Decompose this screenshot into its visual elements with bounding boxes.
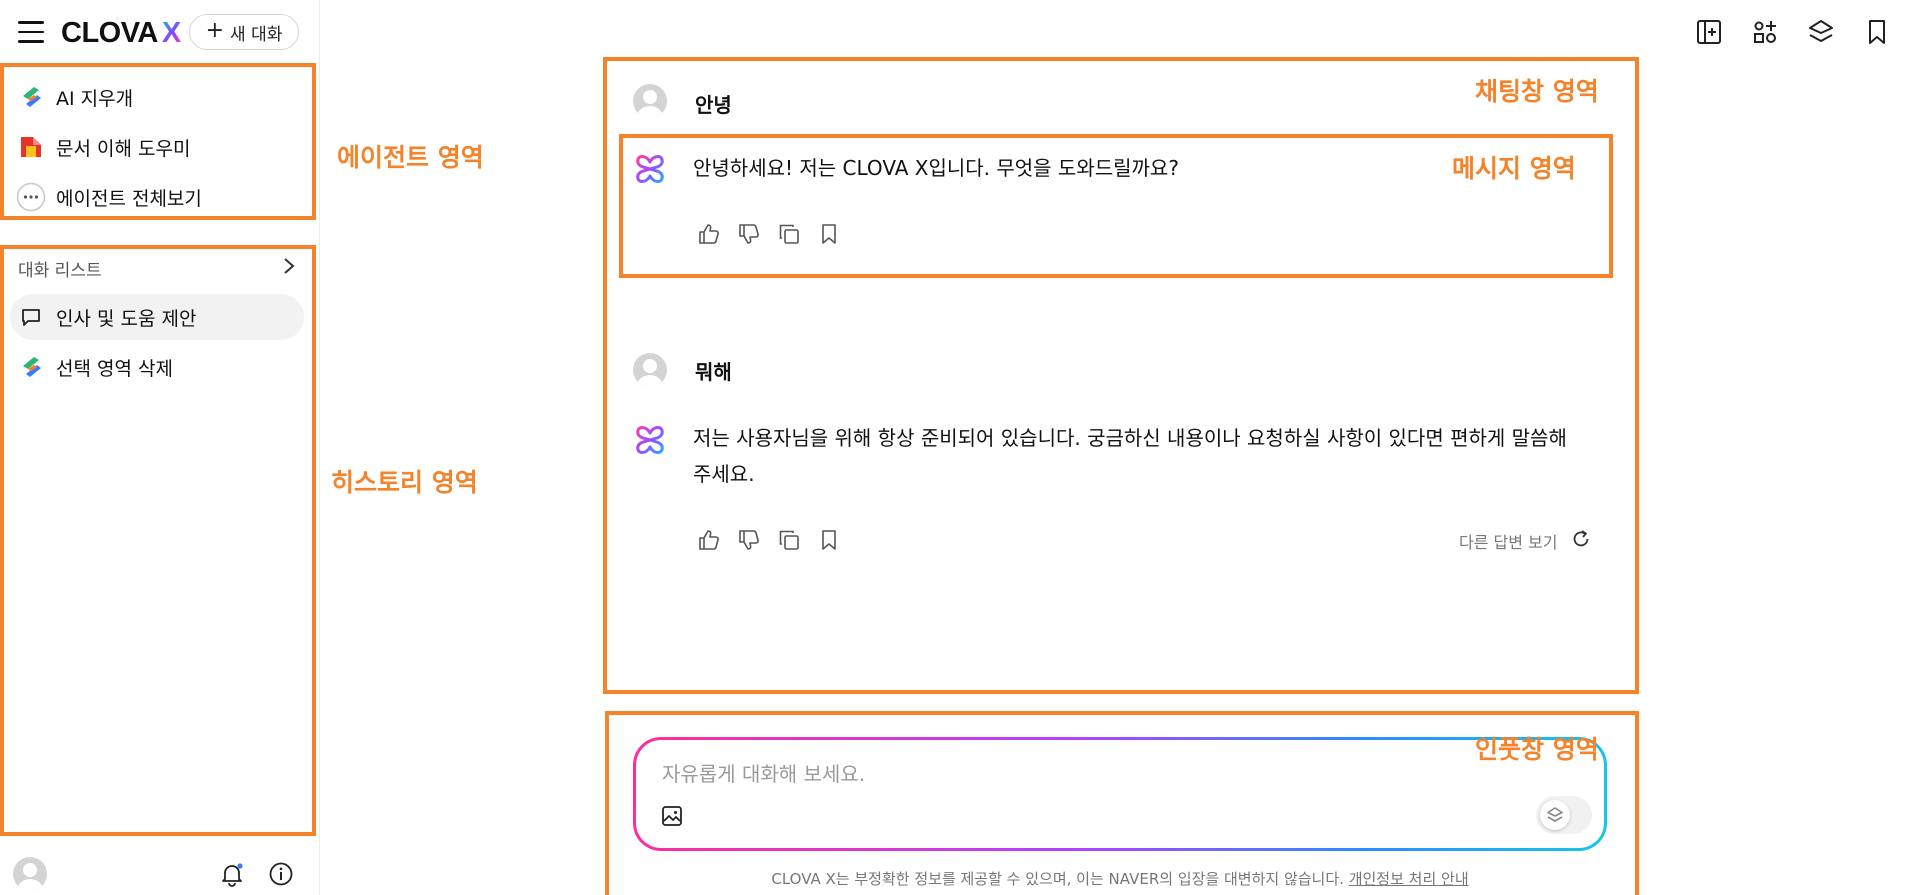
bookmark-icon[interactable]	[817, 222, 841, 246]
send-button[interactable]	[1536, 796, 1592, 834]
menu-icon[interactable]	[18, 21, 44, 43]
agent-item-ai-eraser[interactable]: AI 지우개	[14, 74, 302, 120]
clova-brush-icon	[16, 82, 46, 112]
sidebar-topbar: CLOVA X + 새 대화	[0, 0, 320, 64]
thumbs-up-icon[interactable]	[697, 222, 721, 246]
copy-icon[interactable]	[777, 222, 801, 246]
refresh-icon	[1570, 528, 1592, 554]
message-area-label: 메시지 영역	[1452, 154, 1576, 183]
agent-item-view-all[interactable]: 에이전트 전체보기	[14, 174, 302, 220]
user-message-text: 뭐해	[695, 360, 732, 384]
message-actions	[697, 222, 841, 246]
thumbs-down-icon[interactable]	[737, 222, 761, 246]
skills-icon[interactable]	[1749, 16, 1781, 48]
sidebar: CLOVA X + 새 대화 AI 지우개 문서 이해 도우미 에이전트 전체보기…	[0, 0, 320, 895]
new-chat-label: 새 대화	[230, 24, 283, 45]
copy-icon[interactable]	[777, 528, 801, 552]
regenerate-label: 다른 답변 보기	[1459, 533, 1558, 552]
clova-x-icon	[633, 423, 667, 461]
logo-text: CLOVA	[61, 17, 158, 49]
message-actions	[697, 528, 841, 552]
user-avatar	[633, 353, 667, 387]
user-message: 뭐해	[633, 353, 732, 387]
assistant-message-text: 저는 사용자님을 위해 항상 준비되어 있습니다. 궁금하신 내용이나 요청하실…	[693, 426, 1567, 486]
more-dots-icon	[16, 182, 46, 212]
plus-icon: +	[205, 18, 225, 43]
user-avatar[interactable]	[13, 857, 47, 891]
agent-item-document-helper[interactable]: 문서 이해 도우미	[14, 124, 302, 170]
bookmark-icon[interactable]	[1861, 16, 1893, 48]
document-helper-icon	[16, 132, 46, 162]
clova-x-logo[interactable]: CLOVA X	[61, 17, 181, 50]
user-message: 안녕	[633, 84, 732, 118]
regenerate-button[interactable]: 다른 답변 보기	[1459, 528, 1592, 554]
user-avatar	[633, 84, 667, 118]
user-message-text: 안녕	[695, 93, 732, 117]
history-area-label: 히스토리 영역	[331, 468, 478, 497]
agent-label: 에이전트 전체보기	[56, 187, 202, 210]
new-chat-button[interactable]: + 새 대화	[189, 14, 299, 50]
agent-label: 문서 이해 도우미	[56, 137, 191, 160]
chat-input[interactable]	[662, 758, 1522, 792]
clova-brush-icon	[16, 352, 46, 382]
top-toolbar	[1693, 16, 1893, 48]
history-item-label: 인사 및 도움 제안	[56, 307, 197, 330]
chevron-right-icon	[282, 256, 296, 281]
assistant-message-text: 안녕하세요! 저는 CLOVA X입니다. 무엇을 도와드릴까요?	[693, 156, 1179, 180]
chat-input-inner	[636, 740, 1604, 848]
history-item-greeting[interactable]: 인사 및 도움 제안	[10, 294, 304, 340]
image-upload-icon[interactable]	[660, 804, 686, 830]
sidebar-panel-icon[interactable]	[1693, 16, 1725, 48]
layers-icon[interactable]	[1805, 16, 1837, 48]
chat-area-label: 채팅창 영역	[1475, 77, 1599, 106]
disclaimer: CLOVA X는 부정확한 정보를 제공할 수 있으며, 이는 NAVER의 입…	[633, 868, 1607, 889]
chat-bubble-icon	[16, 302, 46, 332]
privacy-link[interactable]: 개인정보 처리 안내	[1349, 870, 1469, 888]
info-icon[interactable]	[268, 861, 294, 891]
assistant-message: 안녕하세요! 저는 CLOVA X입니다. 무엇을 도와드릴까요?	[633, 152, 1179, 190]
thumbs-down-icon[interactable]	[737, 528, 761, 552]
logo-x: X	[161, 17, 181, 49]
clova-x-icon	[633, 152, 667, 190]
assistant-message: 저는 사용자님을 위해 항상 준비되어 있습니다. 궁금하신 내용이나 요청하실…	[633, 423, 1583, 492]
agent-label: AI 지우개	[56, 87, 134, 110]
layers-icon	[1540, 800, 1570, 830]
thumbs-up-icon[interactable]	[697, 528, 721, 552]
input-area-label: 인풋창 영역	[1475, 735, 1599, 764]
disclaimer-text: CLOVA X는 부정확한 정보를 제공할 수 있으며, 이는 NAVER의 입…	[771, 870, 1344, 888]
conversation-list-header[interactable]: 대화 리스트	[18, 252, 296, 284]
bookmark-icon[interactable]	[817, 528, 841, 552]
agent-area-label: 에이전트 영역	[337, 143, 484, 172]
sidebar-footer	[0, 855, 320, 895]
chat-input-box	[633, 737, 1607, 851]
history-item-label: 선택 영역 삭제	[56, 357, 173, 380]
bell-icon[interactable]	[219, 861, 245, 891]
conversation-list-title: 대화 리스트	[18, 260, 102, 281]
history-item-delete-selection[interactable]: 선택 영역 삭제	[14, 344, 302, 390]
